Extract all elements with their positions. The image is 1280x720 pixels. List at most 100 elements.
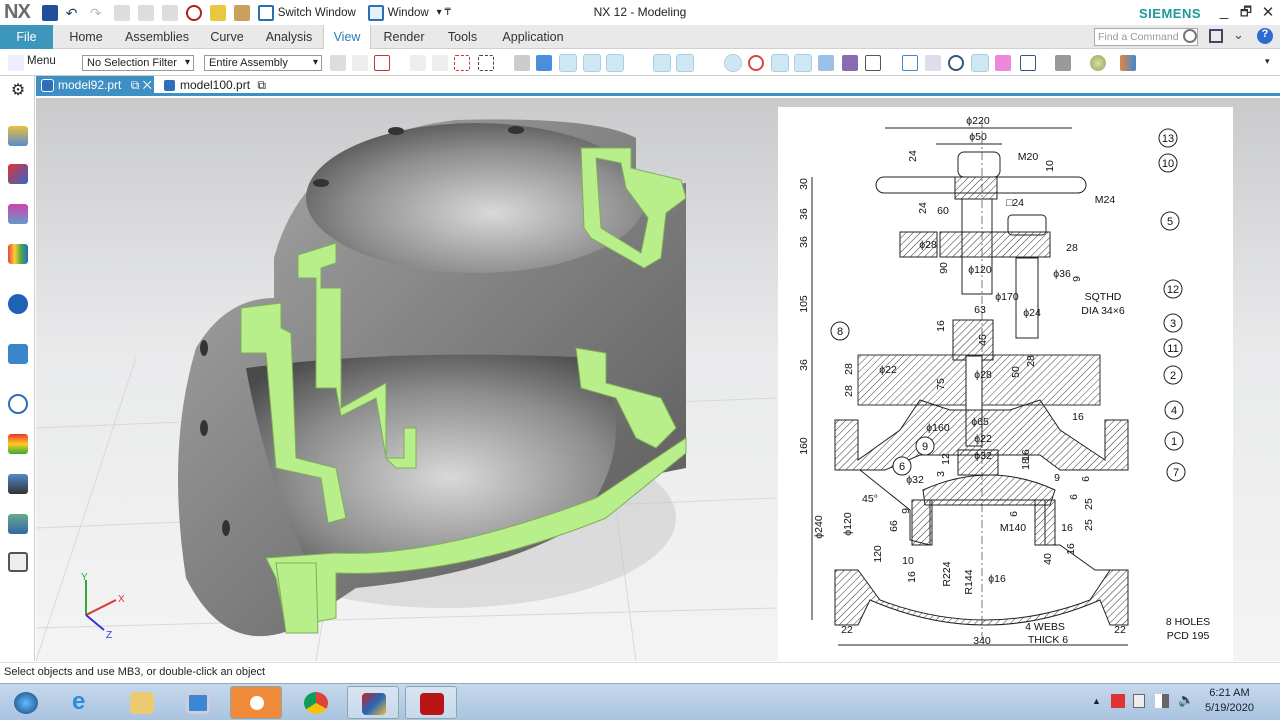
restore-button[interactable]: 🗗 [1235,3,1257,21]
close-button[interactable]: ✕ [1257,3,1279,21]
menu-button[interactable]: Menu [27,55,56,67]
redo-icon[interactable]: ↷ [90,5,106,21]
rectangle-select-icon[interactable] [478,55,494,71]
doc-tab-model100[interactable]: model100.prt ⧉ [158,76,278,95]
tab-tools[interactable]: Tools [440,25,485,49]
search-icon[interactable] [1183,29,1197,43]
touch-mode-icon[interactable] [209,4,226,21]
history-icon[interactable] [8,394,28,414]
menu-icon[interactable] [8,55,24,71]
section-view-icon[interactable] [1120,55,1136,71]
curve-icon[interactable] [630,55,646,71]
end-point-icon[interactable] [583,54,601,72]
save-icon[interactable] [41,4,58,21]
minimize-button[interactable]: _ [1213,3,1235,21]
tab-home[interactable]: Home [60,25,112,49]
spline-icon[interactable] [676,54,694,72]
zoom-icon[interactable] [925,55,941,71]
dimension-label: 6 [1068,494,1080,500]
fit-icon[interactable] [902,55,918,71]
doc-tab-model92[interactable]: model92.prt ⧉ ✕ [36,76,154,95]
window-icon[interactable] [367,4,384,21]
web-browser-icon[interactable] [8,344,28,364]
selection-filter-select[interactable]: No Selection Filter [82,55,194,71]
orient-view-icon[interactable] [995,55,1011,71]
pan-icon[interactable] [971,54,989,72]
tab-assemblies[interactable]: Assemblies [118,25,196,49]
point-on-curve-icon[interactable] [794,54,812,72]
assembly-navigator-icon[interactable] [8,126,28,146]
constraint-navigator-icon[interactable] [8,164,28,184]
scope-select[interactable]: Entire Assembly [204,55,322,71]
roles-icon[interactable] [8,514,28,534]
chevron-down-icon[interactable]: ⌄ [1233,27,1244,43]
mid-point-icon[interactable] [606,54,624,72]
copy-icon[interactable] [137,4,154,21]
show-hidden-icons[interactable]: ▲ [1092,696,1101,706]
part-navigator-icon[interactable] [8,204,28,224]
reset-filter-icon[interactable] [352,55,368,71]
layout-icon[interactable] [1020,55,1036,71]
taskbar-media-player[interactable] [172,686,224,719]
paste-icon[interactable] [161,4,178,21]
system-scenes-icon[interactable] [8,552,28,572]
reuse-library-icon[interactable] [8,244,28,264]
taskbar-internet-explorer[interactable]: e [58,686,110,719]
control-point-icon[interactable] [653,54,671,72]
window-menu[interactable]: Window [388,7,429,19]
grid-icon[interactable] [865,55,881,71]
part-icon[interactable] [514,55,530,71]
cut-icon[interactable] [113,4,130,21]
quadrant-icon[interactable] [748,55,764,71]
start-button[interactable] [0,686,50,719]
snap-point-icon[interactable] [559,54,577,72]
tab-render[interactable]: Render [377,25,431,49]
tab-view[interactable]: View [323,25,371,49]
type-filter-icon[interactable] [374,55,390,71]
switch-window-button[interactable]: Switch Window [278,7,356,19]
network-icon[interactable] [1155,694,1169,708]
taskbar-nx-viewer[interactable] [347,686,399,719]
help-icon[interactable]: ? [1257,28,1273,44]
existing-point-icon[interactable] [771,54,789,72]
taskbar-nx[interactable] [230,686,282,719]
action-center-icon[interactable] [1111,694,1125,708]
taskbar-file-explorer[interactable] [116,686,168,719]
settings-gear-icon[interactable]: ⚙ [8,80,28,100]
manufacturing-wizards-icon[interactable] [8,474,28,494]
snap-icon[interactable] [410,55,426,71]
toolbar-overflow-icon[interactable]: ▾ [1265,56,1270,67]
process-studio-icon[interactable] [8,434,28,454]
switch-window-icon[interactable] [257,4,274,21]
part-balloon-number: 9 [922,441,928,453]
part-balloon-number: 11 [1167,343,1178,355]
body-icon[interactable] [536,55,552,71]
system-clock[interactable]: 6:21 AM 5/19/2020 [1205,686,1254,716]
lasso-icon[interactable] [454,55,470,71]
dimension-label: 6 [1080,476,1092,482]
intersection-icon[interactable] [701,55,717,71]
dimension-label: 36 [798,359,810,371]
undo-icon[interactable]: ↶ [65,4,82,21]
tab-analysis[interactable]: Analysis [260,25,318,49]
tab-curve[interactable]: Curve [203,25,251,49]
repeat-command-icon[interactable] [185,4,202,21]
volume-icon[interactable]: 🔈 [1178,692,1194,708]
bounded-grid-icon[interactable] [842,55,858,71]
feature-filter-icon[interactable] [432,55,448,71]
taskbar-chrome[interactable] [290,686,342,719]
rotate-icon[interactable] [948,55,964,71]
device-icon[interactable] [1133,694,1145,708]
ribbon-display-icon[interactable] [1209,29,1223,43]
tab-application[interactable]: Application [496,25,570,49]
render-style-icon[interactable] [1055,55,1071,71]
tab-file[interactable]: File [0,25,53,49]
hd3d-tools-icon[interactable] [8,294,28,314]
filter-icon[interactable] [330,55,346,71]
arc-center-icon[interactable] [724,54,742,72]
taskbar-acrobat[interactable] [405,686,457,719]
close-tab-icon[interactable]: ⧉ ✕ [131,78,152,92]
point-on-face-icon[interactable] [818,55,834,71]
eraser-icon[interactable] [233,4,250,21]
background-icon[interactable] [1090,55,1106,71]
